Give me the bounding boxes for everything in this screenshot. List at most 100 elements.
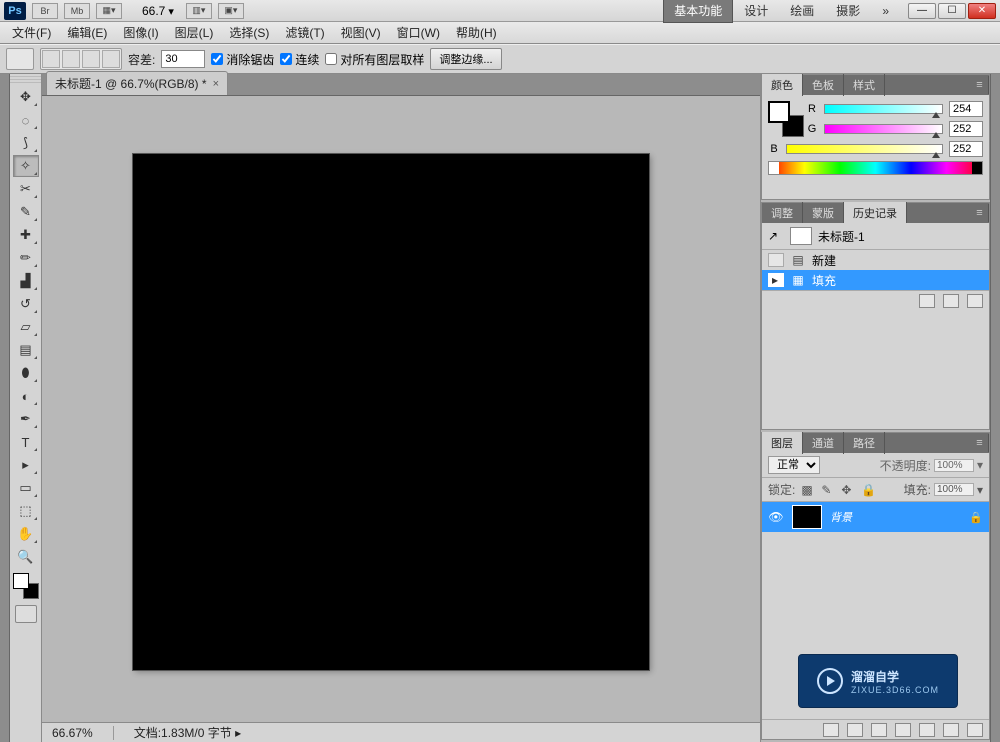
tab-masks[interactable]: 蒙版 [803,202,844,224]
selection-subtract-button[interactable] [82,50,100,68]
layer-thumbnail[interactable] [792,505,822,529]
shape-tool[interactable]: ▭ [13,477,39,499]
menu-file[interactable]: 文件(F) [4,21,59,44]
lock-transparent-icon[interactable]: ▩ [801,483,815,497]
selection-add-button[interactable] [62,50,80,68]
history-snapshot-row[interactable]: ↗ 未标题-1 [762,223,989,250]
type-tool[interactable]: T [13,431,39,453]
workspace-more-button[interactable]: » [871,0,900,22]
sample-all-layers-checkbox[interactable]: 对所有图层取样 [325,51,424,68]
screen-mode-button[interactable]: ▦▾ [96,3,122,19]
history-brush-tool[interactable]: ↺ [13,293,39,315]
refine-edge-button[interactable]: 调整边缘... [430,48,501,70]
layer-mask-button[interactable] [871,723,887,737]
r-slider[interactable] [824,104,943,114]
left-dock-strip[interactable] [0,74,10,742]
eyedropper-tool[interactable]: ✎ [13,201,39,223]
minibridge-launch-button[interactable]: Mb [64,3,90,19]
r-input[interactable] [949,101,983,117]
tab-adjustments[interactable]: 调整 [762,202,803,224]
dodge-tool[interactable]: ◐ [13,385,39,407]
magic-wand-tool[interactable]: ✧ [13,155,39,177]
clone-stamp-tool[interactable]: ▟ [13,270,39,292]
lock-position-icon[interactable]: ✥ [841,483,855,497]
history-item-new[interactable]: ▤ 新建 [762,250,989,270]
layer-row-background[interactable]: 👁 背景 🔒 [762,502,989,532]
right-dock-strip[interactable] [990,74,1000,742]
zoom-tool[interactable]: 🔍 [13,546,39,568]
workspace-photography[interactable]: 摄影 [825,0,871,23]
color-panel-menu-icon[interactable]: ≡ [971,76,989,94]
marquee-tool[interactable]: ◌ [13,109,39,131]
lock-pixels-icon[interactable]: ✎ [821,483,835,497]
selection-new-button[interactable] [42,50,60,68]
new-snapshot-button[interactable] [943,294,959,308]
3d-tool[interactable]: ⬚ [13,500,39,522]
workspace-design[interactable]: 设计 [733,0,779,23]
tab-swatches[interactable]: 色板 [803,74,844,96]
color-swatch-control[interactable] [13,573,39,599]
menu-help[interactable]: 帮助(H) [448,21,505,44]
tab-channels[interactable]: 通道 [803,432,844,454]
menu-window[interactable]: 窗口(W) [389,21,448,44]
b-slider[interactable] [786,144,943,154]
tab-styles[interactable]: 样式 [844,74,885,96]
menu-layer[interactable]: 图层(L) [167,21,222,44]
crop-tool[interactable]: ✂ [13,178,39,200]
menu-select[interactable]: 选择(S) [221,21,277,44]
workspace-essentials[interactable]: 基本功能 [663,0,733,23]
tab-paths[interactable]: 路径 [844,432,885,454]
tolerance-input[interactable] [161,50,205,68]
adjustment-layer-button[interactable] [895,723,911,737]
eraser-tool[interactable]: ▱ [13,316,39,338]
quick-mask-button[interactable] [15,605,37,623]
maximize-button[interactable]: ☐ [938,3,966,19]
history-item-fill[interactable]: ▸ ▦ 填充 [762,270,989,290]
tab-history[interactable]: 历史记录 [844,202,907,224]
extras-button[interactable]: ▣▾ [218,3,244,19]
blend-mode-select[interactable]: 正常 [768,456,820,474]
tab-color[interactable]: 颜色 [762,74,803,96]
lasso-tool[interactable]: ⟆ [13,132,39,154]
menu-filter[interactable]: 滤镜(T) [277,21,332,44]
create-doc-from-state-button[interactable] [919,294,935,308]
delete-state-button[interactable] [967,294,983,308]
foreground-color-swatch[interactable] [13,573,29,589]
canvas[interactable] [133,154,649,670]
b-input[interactable] [949,141,983,157]
status-doc-info[interactable]: 文档:1.83M/0 字节 ▸ [134,724,241,741]
history-panel-menu-icon[interactable]: ≡ [971,204,989,222]
tool-preset-picker[interactable] [6,48,34,70]
layers-panel-menu-icon[interactable]: ≡ [971,434,989,452]
g-slider[interactable] [824,124,943,134]
zoom-level-select[interactable]: 66.7 ▾ [136,4,180,18]
color-panel-swatch[interactable] [768,101,798,131]
minimize-button[interactable]: — [908,3,936,19]
lock-all-icon[interactable]: 🔒 [861,483,875,497]
selection-intersect-button[interactable] [102,50,120,68]
spectrum-ramp[interactable] [768,161,983,175]
opacity-input[interactable]: 100% [934,459,974,472]
arrange-docs-button[interactable]: ▥▾ [186,3,212,19]
close-button[interactable]: ✕ [968,3,996,19]
history-brush-source-icon[interactable]: ↗ [768,229,784,243]
canvas-viewport[interactable] [42,96,760,722]
new-layer-button[interactable] [943,723,959,737]
toolbox-grip[interactable] [10,76,41,84]
gradient-tool[interactable]: ▤ [13,339,39,361]
document-tab-close-icon[interactable]: × [213,78,219,90]
status-zoom[interactable]: 66.67% [48,726,114,740]
layer-group-button[interactable] [919,723,935,737]
blur-tool[interactable]: ⬮ [13,362,39,384]
tab-layers[interactable]: 图层 [762,432,803,454]
path-select-tool[interactable]: ▸ [13,454,39,476]
delete-layer-button[interactable] [967,723,983,737]
menu-view[interactable]: 视图(V) [333,21,389,44]
fill-input[interactable]: 100% [934,483,974,496]
layer-visibility-icon[interactable]: 👁 [768,509,784,525]
document-tab[interactable]: 未标题-1 @ 66.7%(RGB/8) * × [46,71,228,95]
g-input[interactable] [949,121,983,137]
link-layers-button[interactable] [823,723,839,737]
healing-brush-tool[interactable]: ✚ [13,224,39,246]
antialias-checkbox[interactable]: 消除锯齿 [211,51,274,68]
